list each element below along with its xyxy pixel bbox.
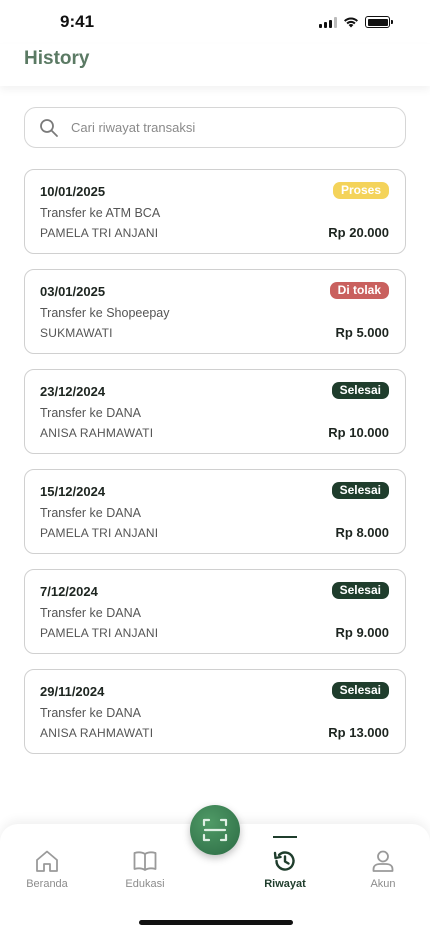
status-badge: Proses	[332, 182, 389, 199]
status-badge: Selesai	[331, 382, 389, 399]
nav-label: Akun	[370, 878, 396, 890]
search-bar[interactable]	[24, 107, 406, 148]
transaction-date: 23/12/2024	[40, 384, 106, 399]
transaction-amount: Rp 9.000	[335, 625, 389, 640]
transaction-date: 10/01/2025	[40, 184, 106, 199]
transaction-list: 10/01/2025 Proses Transfer ke ATM BCA PA…	[24, 169, 406, 769]
nav-item-akun[interactable]: Akun	[348, 848, 418, 890]
transaction-description: Transfer ke DANA	[40, 706, 141, 720]
nav-label: Beranda	[26, 878, 68, 890]
transaction-amount: Rp 8.000	[335, 525, 389, 540]
status-badge: Selesai	[331, 582, 389, 599]
transaction-date: 7/12/2024	[40, 584, 98, 599]
transaction-description: Transfer ke DANA	[40, 406, 141, 420]
scan-icon	[202, 818, 228, 842]
transaction-description: Transfer ke Shopeepay	[40, 306, 170, 320]
transaction-card[interactable]: 10/01/2025 Proses Transfer ke ATM BCA PA…	[24, 169, 406, 254]
transaction-description: Transfer ke DANA	[40, 506, 141, 520]
transaction-recipient: ANISA RAHMAWATI	[40, 426, 154, 440]
transaction-card[interactable]: 23/12/2024 Selesai Transfer ke DANA ANIS…	[24, 369, 406, 454]
transaction-recipient: SUKMAWATI	[40, 326, 113, 340]
book-icon	[133, 851, 157, 871]
home-icon	[36, 850, 58, 872]
history-icon	[273, 851, 295, 871]
status-bar: 9:41	[0, 0, 430, 44]
transaction-recipient: ANISA RAHMAWATI	[40, 726, 154, 740]
nav-item-edukasi[interactable]: Edukasi	[110, 848, 180, 890]
transaction-date: 03/01/2025	[40, 284, 106, 299]
status-badge: Selesai	[331, 682, 389, 699]
nav-item-riwayat[interactable]: Riwayat	[250, 848, 320, 890]
transaction-description: Transfer ke ATM BCA	[40, 206, 161, 220]
transaction-recipient: PAMELA TRI ANJANI	[40, 226, 159, 240]
history-screen: 9:41 History 10/01/2025 Proses Transfer …	[0, 0, 430, 932]
transaction-amount: Rp 5.000	[335, 325, 389, 340]
search-input[interactable]	[71, 115, 371, 140]
nav-item-beranda[interactable]: Beranda	[12, 848, 82, 890]
transaction-card[interactable]: 03/01/2025 Di tolak Transfer ke Shopeepa…	[24, 269, 406, 354]
transaction-card[interactable]: 15/12/2024 Selesai Transfer ke DANA PAME…	[24, 469, 406, 554]
home-indicator	[139, 920, 293, 925]
scan-button[interactable]	[190, 805, 240, 855]
active-tab-indicator	[273, 836, 297, 838]
transaction-date: 29/11/2024	[40, 684, 105, 699]
transaction-card[interactable]: 29/11/2024 Selesai Transfer ke DANA ANIS…	[24, 669, 406, 754]
status-badge: Di tolak	[329, 282, 389, 299]
transaction-recipient: PAMELA TRI ANJANI	[40, 626, 159, 640]
status-time: 9:41	[60, 12, 95, 31]
nav-label: Edukasi	[125, 878, 165, 890]
battery-icon	[365, 16, 393, 28]
status-badge: Selesai	[331, 482, 389, 499]
header: History	[0, 44, 430, 86]
page-title: History	[24, 48, 90, 69]
transaction-date: 15/12/2024	[40, 484, 106, 499]
transaction-amount: Rp 10.000	[328, 425, 389, 440]
status-icons	[319, 16, 393, 28]
user-icon	[372, 850, 394, 872]
transaction-amount: Rp 20.000	[328, 225, 389, 240]
nav-label: Riwayat	[264, 878, 306, 890]
transaction-card[interactable]: 7/12/2024 Selesai Transfer ke DANA PAMEL…	[24, 569, 406, 654]
transaction-recipient: PAMELA TRI ANJANI	[40, 526, 159, 540]
signal-icon	[319, 16, 337, 28]
transaction-description: Transfer ke DANA	[40, 606, 141, 620]
wifi-icon	[344, 17, 358, 28]
search-icon	[40, 118, 58, 137]
transaction-amount: Rp 13.000	[328, 725, 389, 740]
